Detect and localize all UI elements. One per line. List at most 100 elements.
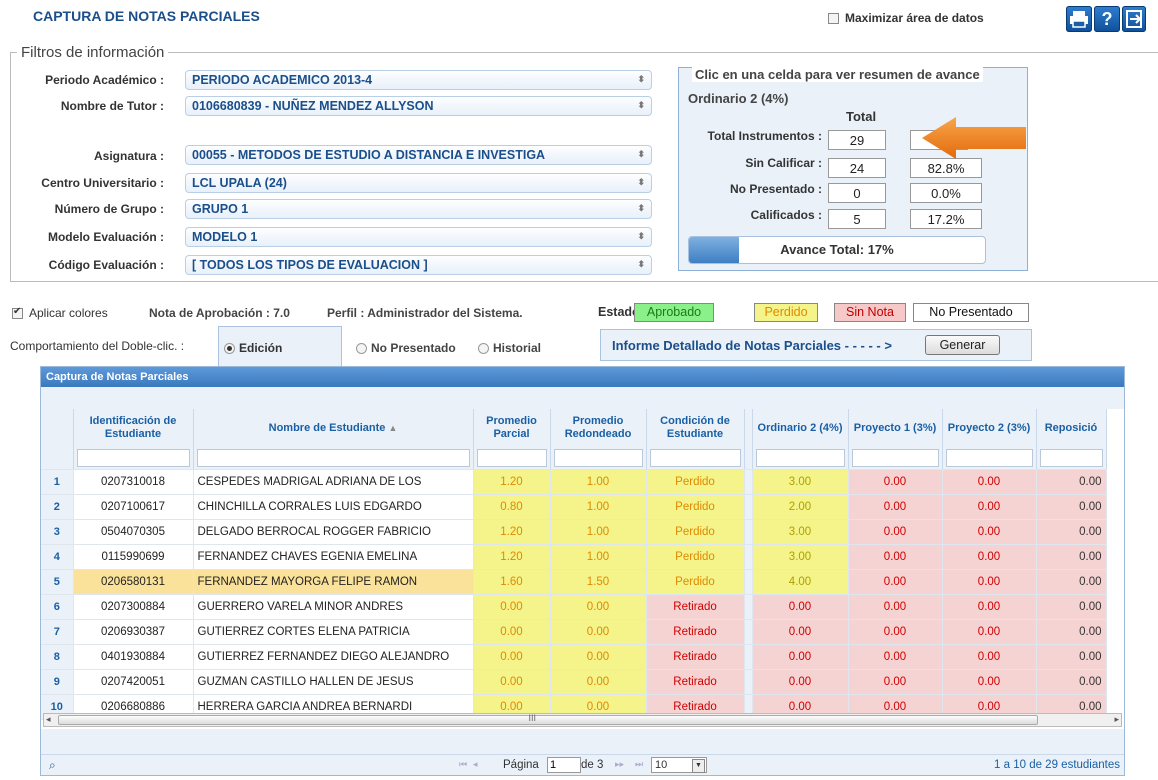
student-id-cell[interactable]: 0207310018 [73, 469, 194, 495]
summary-no-presentado-value[interactable]: 0 [828, 183, 886, 203]
tutor-select[interactable]: 0106680839 - NUÑEZ MENDEZ ALLYSON ⬍ [185, 96, 652, 116]
table-row[interactable]: 3 0504070305 DELGADO BERROCAL ROGGER FABRI… [41, 519, 1107, 545]
student-id-cell[interactable]: 0207420051 [73, 669, 194, 695]
filter-nombre[interactable] [193, 447, 474, 470]
modelo-select[interactable]: MODELO 1 ⬍ [185, 227, 652, 247]
filter-promedio-redondeado[interactable] [550, 447, 647, 470]
proyecto-1-cell[interactable]: 0.00 [848, 619, 943, 645]
promedio-redondeado-cell[interactable]: 0.00 [550, 669, 647, 695]
reposicion-cell[interactable]: 0.00 [1036, 669, 1107, 695]
reposicion-cell[interactable]: 0.00 [1036, 494, 1107, 520]
table-row[interactable]: 5 0206580131 FERNANDEZ MAYORGA FELIPE RAMO… [41, 569, 1107, 595]
proyecto-2-cell[interactable]: 0.00 [942, 469, 1037, 495]
ordinario-2-cell[interactable]: 3.00 [752, 544, 849, 570]
promedio-redondeado-cell[interactable]: 1.00 [550, 494, 647, 520]
prev-page-icon[interactable]: ◂ [473, 759, 478, 770]
summary-no-presentado-pct[interactable]: 0.0% [910, 183, 982, 203]
col-proyecto-2[interactable]: Proyecto 2 (3%) [942, 409, 1037, 447]
proyecto-1-cell[interactable]: 0.00 [848, 594, 943, 620]
col-ordinario-2[interactable]: Ordinario 2 (4%) [752, 409, 849, 447]
filter-identificacion[interactable] [73, 447, 194, 470]
student-id-cell[interactable]: 0115990699 [73, 544, 194, 570]
generar-button[interactable]: Generar [925, 335, 1000, 355]
ordinario-2-cell[interactable]: 4.00 [752, 569, 849, 595]
reposicion-cell[interactable]: 0.00 [1036, 644, 1107, 670]
reposicion-cell[interactable]: 0.00 [1036, 619, 1107, 645]
proyecto-1-cell[interactable]: 0.00 [848, 669, 943, 695]
reposicion-cell[interactable]: 0.00 [1036, 544, 1107, 570]
reposicion-cell[interactable]: 0.00 [1036, 594, 1107, 620]
promedio-redondeado-cell[interactable]: 0.00 [550, 644, 647, 670]
promedio-redondeado-cell[interactable]: 1.00 [550, 519, 647, 545]
proyecto-2-cell[interactable]: 0.00 [942, 494, 1037, 520]
radio-icon[interactable] [478, 343, 489, 355]
print-button[interactable] [1066, 6, 1092, 32]
reposicion-cell[interactable]: 0.00 [1036, 519, 1107, 545]
dropdown-arrow-icon[interactable]: ▼ [692, 759, 705, 773]
col-identificacion[interactable]: Identificación de Estudiante [73, 409, 194, 447]
condicion-cell[interactable]: Retirado [646, 644, 745, 670]
promedio-parcial-cell[interactable]: 0.00 [473, 644, 551, 670]
table-row[interactable]: 4 0115990699 FERNANDEZ CHAVES EGENIA EMELI… [41, 544, 1107, 570]
radio-historial[interactable]: Historial [478, 341, 541, 355]
proyecto-2-cell[interactable]: 0.00 [942, 544, 1037, 570]
promedio-parcial-cell[interactable]: 0.00 [473, 594, 551, 620]
codigo-select[interactable]: [ TODOS LOS TIPOS DE EVALUACION ] ⬍ [185, 255, 652, 275]
filter-ordinario-2[interactable] [752, 447, 849, 470]
student-id-cell[interactable]: 0207100617 [73, 494, 194, 520]
proyecto-1-cell[interactable]: 0.00 [848, 469, 943, 495]
horizontal-scrollbar[interactable]: ◂ III ▸ [43, 713, 1122, 727]
proyecto-1-cell[interactable]: 0.00 [848, 569, 943, 595]
proyecto-1-cell[interactable]: 0.00 [848, 494, 943, 520]
student-name-cell[interactable]: FERNANDEZ MAYORGA FELIPE RAMON [193, 569, 474, 595]
table-row[interactable]: 6 0207300884 GUERRERO VARELA MINOR ANDRES 0… [41, 594, 1107, 620]
maximize-checkbox[interactable]: Maximizar área de datos [828, 11, 984, 25]
col-reposicion[interactable]: Reposició [1036, 409, 1107, 447]
col-condicion[interactable]: Condición de Estudiante [646, 409, 745, 447]
scroll-left-icon[interactable]: ◂ [46, 714, 51, 725]
condicion-cell[interactable]: Retirado [646, 594, 745, 620]
promedio-redondeado-cell[interactable]: 1.50 [550, 569, 647, 595]
student-name-cell[interactable]: GUTIERREZ FERNANDEZ DIEGO ALEJANDRO [193, 644, 474, 670]
condicion-cell[interactable]: Perdido [646, 494, 745, 520]
promedio-parcial-cell[interactable]: 0.00 [473, 619, 551, 645]
proyecto-1-cell[interactable]: 0.00 [848, 519, 943, 545]
reposicion-cell[interactable]: 0.00 [1036, 469, 1107, 495]
radio-icon[interactable] [356, 343, 367, 355]
student-id-cell[interactable]: 0206930387 [73, 619, 194, 645]
condicion-cell[interactable]: Retirado [646, 619, 745, 645]
summary-total-value[interactable]: 29 [828, 130, 886, 150]
condicion-cell[interactable]: Perdido [646, 469, 745, 495]
promedio-parcial-cell[interactable]: 0.00 [473, 669, 551, 695]
search-icon[interactable]: ⌕ [49, 758, 56, 773]
ordinario-2-cell[interactable]: 0.00 [752, 669, 849, 695]
checkbox-icon[interactable] [12, 306, 23, 319]
student-name-cell[interactable]: DELGADO BERROCAL ROGGER FABRICIO [193, 519, 474, 545]
table-row[interactable]: 9 0207420051 GUZMAN CASTILLO HALLEN DE JES… [41, 669, 1107, 695]
summary-sin-calificar-pct[interactable]: 82.8% [910, 158, 982, 178]
col-proyecto-1[interactable]: Proyecto 1 (3%) [848, 409, 943, 447]
proyecto-1-cell[interactable]: 0.00 [848, 644, 943, 670]
summary-calificados-value[interactable]: 5 [828, 209, 886, 229]
table-row[interactable]: 1 0207310018 CESPEDES MADRIGAL ADRIANA DE … [41, 469, 1107, 495]
ordinario-2-cell[interactable]: 3.00 [752, 519, 849, 545]
condicion-cell[interactable]: Perdido [646, 544, 745, 570]
promedio-parcial-cell[interactable]: 1.60 [473, 569, 551, 595]
ordinario-2-cell[interactable]: 3.00 [752, 469, 849, 495]
periodo-select[interactable]: PERIODO ACADEMICO 2013-4 ⬍ [185, 70, 652, 90]
help-button[interactable]: ? [1094, 6, 1120, 32]
filter-condicion[interactable] [646, 447, 745, 470]
student-id-cell[interactable]: 0401930884 [73, 644, 194, 670]
student-id-cell[interactable]: 0206580131 [73, 569, 194, 595]
promedio-parcial-cell[interactable]: 1.20 [473, 469, 551, 495]
student-id-cell[interactable]: 0504070305 [73, 519, 194, 545]
page-size-select[interactable]: 10 ▼ [651, 757, 707, 773]
radio-icon[interactable] [224, 343, 235, 355]
exit-button[interactable] [1122, 6, 1146, 32]
student-id-cell[interactable]: 0207300884 [73, 594, 194, 620]
asignatura-select[interactable]: 00055 - METODOS DE ESTUDIO A DISTANCIA E… [185, 145, 652, 165]
proyecto-2-cell[interactable]: 0.00 [942, 594, 1037, 620]
checkbox-icon[interactable] [828, 12, 839, 24]
ordinario-2-cell[interactable]: 0.00 [752, 619, 849, 645]
grupo-select[interactable]: GRUPO 1 ⬍ [185, 199, 652, 219]
